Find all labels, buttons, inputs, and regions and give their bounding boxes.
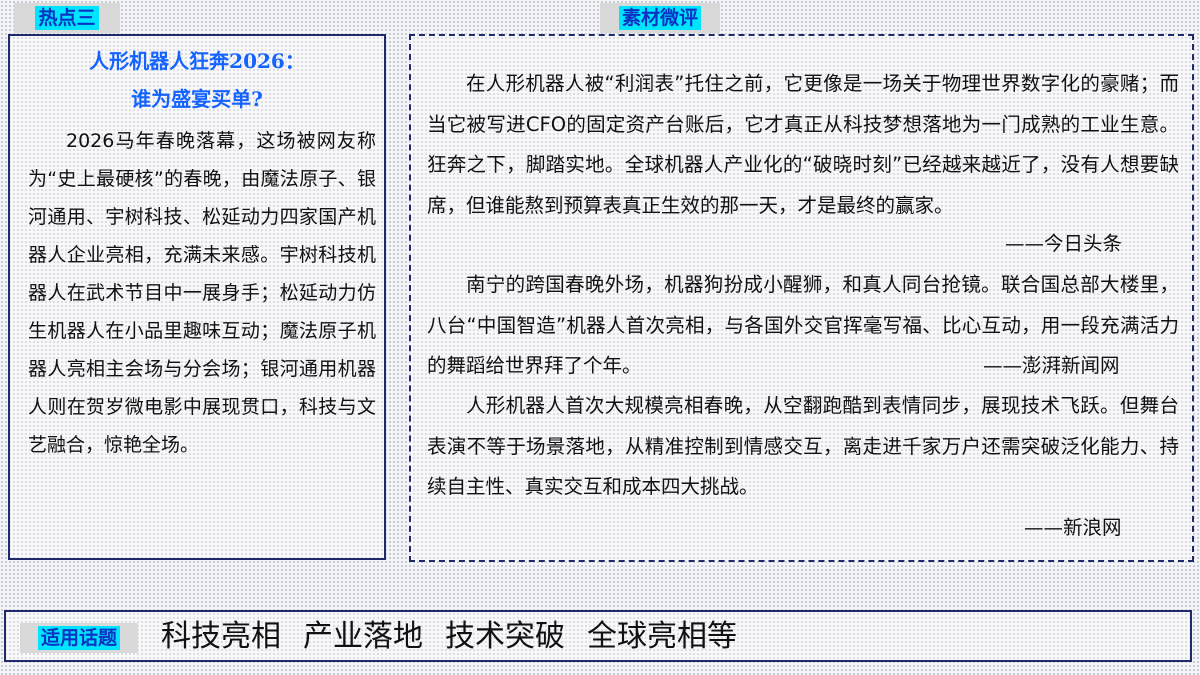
topic-item: 技术突破	[445, 619, 565, 654]
section-tag-hot-label: 热点三	[35, 6, 99, 30]
article-body: 2026马年春晚落幕，这场被网友称为“史上最硬核”的春晚，由魔法原子、银河通用、…	[28, 130, 376, 456]
topic-list: 科技亮相 产业落地 技术突破 全球亮相等	[161, 615, 737, 659]
section-tag-review: 素材微评	[600, 3, 720, 33]
section-tag-topics: 适用话题	[20, 623, 138, 653]
topic-item: 科技亮相	[161, 619, 281, 654]
topics-panel: 适用话题 科技亮相 产业落地 技术突破 全球亮相等	[4, 610, 1192, 662]
topic-item: 全球亮相等	[587, 619, 737, 654]
article-title-line2: 谁为盛宴买单?	[131, 87, 263, 111]
article-title: 人形机器人狂奔2026： 谁为盛宴买单?	[10, 42, 384, 118]
review-source-1: ——今日头条	[1005, 232, 1123, 255]
section-tag-review-label: 素材微评	[618, 6, 701, 30]
article-title-line1: 人形机器人狂奔2026：	[89, 49, 305, 73]
review-paragraph-3: 人形机器人首次大规模亮相春晚，从空翻跑酷到表情同步，展现技术飞跃。但舞台表演不等…	[427, 394, 1179, 498]
section-tag-hot: 热点三	[14, 3, 120, 33]
review-paragraph-1: 在人形机器人被“利润表”托住之前，它更像是一场关于物理世界数字化的豪赌；而当它被…	[427, 72, 1179, 217]
review-source-2: ——澎湃新闻网	[983, 354, 1120, 377]
article-panel: 人形机器人狂奔2026： 谁为盛宴买单? 2026马年春晚落幕，这场被网友称为“…	[8, 34, 386, 560]
review-source-3: ——新浪网	[1024, 516, 1122, 539]
section-tag-topics-label: 适用话题	[37, 626, 120, 650]
review-panel: 在人形机器人被“利润表”托住之前，它更像是一场关于物理世界数字化的豪赌；而当它被…	[409, 34, 1194, 562]
topic-item: 产业落地	[303, 619, 423, 654]
